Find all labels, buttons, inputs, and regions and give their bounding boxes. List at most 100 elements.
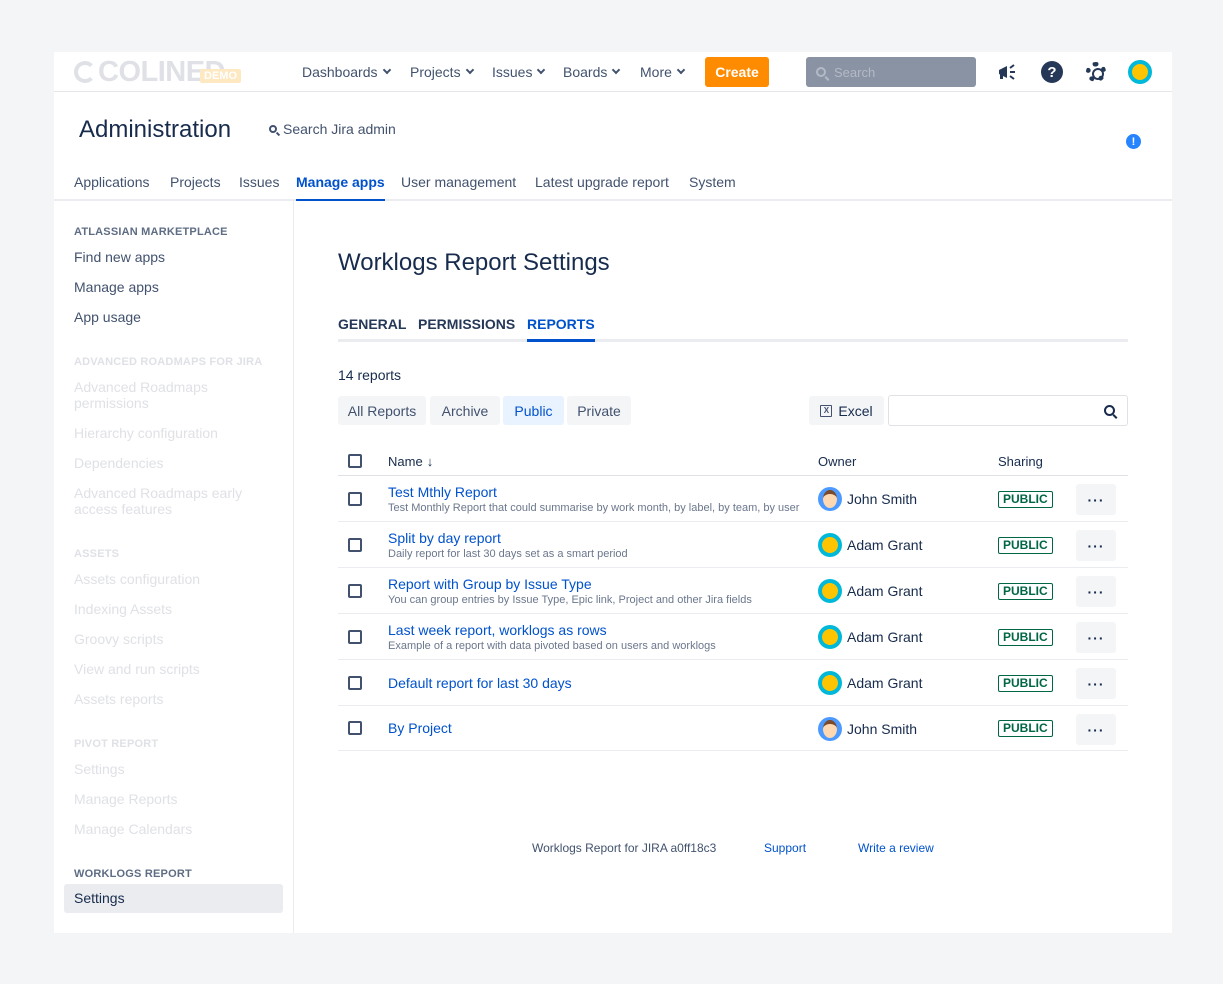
table-header: Name ↓ Owner Sharing: [338, 448, 1128, 476]
tab-reports[interactable]: REPORTS: [527, 316, 595, 342]
report-search-input[interactable]: [888, 395, 1128, 426]
sidebar-item-manage-apps[interactable]: Manage apps: [74, 279, 274, 295]
info-alert-icon[interactable]: !: [1126, 134, 1141, 149]
settings-gear-icon[interactable]: [1084, 60, 1108, 84]
sidebar-item-app-usage[interactable]: App usage: [74, 309, 274, 325]
sidebar-item-pivot-settings[interactable]: Settings: [74, 761, 274, 777]
row-checkbox[interactable]: [348, 630, 362, 644]
sidebar-item-manage-reports[interactable]: Manage Reports: [74, 791, 274, 807]
avatar: [818, 625, 842, 649]
column-header-owner: Owner: [818, 454, 857, 469]
report-owner: Adam Grant: [818, 579, 922, 603]
report-name-link[interactable]: Default report for last 30 days: [388, 675, 572, 691]
sidebar-item-roadmaps-early-access[interactable]: Advanced Roadmaps early access features: [74, 485, 274, 517]
report-description: Daily report for last 30 days set as a s…: [388, 548, 628, 560]
report-name-link[interactable]: Report with Group by Issue Type: [388, 576, 592, 592]
footer-support-link[interactable]: Support: [764, 841, 806, 855]
table-row: Test Mthly Report Test Monthly Report th…: [338, 476, 1128, 522]
sidebar-item-indexing-assets[interactable]: Indexing Assets: [74, 601, 274, 617]
more-actions-button[interactable]: ···: [1076, 530, 1116, 561]
reports-table: Name ↓ Owner Sharing Test Mthly Report Te…: [338, 448, 1128, 751]
report-owner: Adam Grant: [818, 671, 922, 695]
help-icon[interactable]: ?: [1040, 60, 1064, 84]
more-actions-button[interactable]: ···: [1076, 622, 1116, 653]
app-frame: COLINED DEMO Dashboards Projects Issues …: [54, 52, 1172, 933]
footer-review-link[interactable]: Write a review: [858, 841, 934, 855]
report-owner: Adam Grant: [818, 625, 922, 649]
sidebar-item-groovy-scripts[interactable]: Groovy scripts: [74, 631, 274, 647]
user-avatar[interactable]: [1128, 60, 1152, 84]
more-actions-button[interactable]: ···: [1076, 484, 1116, 515]
report-name-link[interactable]: Split by day report: [388, 530, 501, 546]
notifications-megaphone-icon[interactable]: [996, 60, 1020, 84]
tab-system[interactable]: System: [689, 174, 736, 201]
tab-latest-upgrade-report[interactable]: Latest upgrade report: [535, 174, 669, 201]
row-checkbox[interactable]: [348, 584, 362, 598]
nav-dashboards[interactable]: Dashboards: [302, 64, 391, 80]
page-title-administration: Administration: [79, 116, 232, 143]
sidebar-item-assets-configuration[interactable]: Assets configuration: [74, 571, 274, 587]
filter-private[interactable]: Private: [567, 396, 631, 425]
report-name-link[interactable]: Last week report, worklogs as rows: [388, 622, 607, 638]
table-row: Split by day report Daily report for las…: [338, 522, 1128, 568]
filter-public[interactable]: Public: [503, 396, 564, 425]
sidebar-item-roadmaps-permissions[interactable]: Advanced Roadmaps permissions: [74, 379, 274, 411]
report-description: You can group entries by Issue Type, Epi…: [388, 594, 752, 606]
avatar: [818, 487, 842, 511]
create-button[interactable]: Create: [705, 57, 769, 87]
select-all-checkbox[interactable]: [348, 454, 362, 468]
nav-more[interactable]: More: [640, 64, 686, 80]
settings-tabs: GENERAL PERMISSIONS REPORTS: [338, 308, 1128, 342]
sort-arrow-down-icon: ↓: [426, 454, 434, 469]
report-name-link[interactable]: Test Mthly Report: [388, 484, 497, 500]
tab-applications[interactable]: Applications: [74, 174, 150, 201]
sharing-badge: PUBLIC: [998, 583, 1053, 600]
sidebar-item-worklogs-settings[interactable]: Settings: [64, 884, 283, 913]
sidebar-item-assets-reports[interactable]: Assets reports: [74, 691, 274, 707]
report-description: Test Monthly Report that could summarise…: [388, 502, 800, 514]
report-owner: John Smith: [818, 487, 917, 511]
sidebar: ATLASSIAN MARKETPLACE Find new apps Mana…: [54, 201, 294, 933]
export-excel-button[interactable]: X Excel: [809, 396, 884, 425]
sidebar-item-manage-calendars[interactable]: Manage Calendars: [74, 821, 274, 837]
sidebar-item-find-new-apps[interactable]: Find new apps: [74, 249, 274, 265]
row-checkbox[interactable]: [348, 538, 362, 552]
excel-icon: X: [820, 404, 833, 417]
chevron-down-icon: [382, 65, 391, 75]
sidebar-heading-worklogs-report: WORKLOGS REPORT: [74, 868, 192, 880]
row-checkbox[interactable]: [348, 492, 362, 506]
global-search-input[interactable]: Search: [806, 57, 976, 87]
reports-count: 14 reports: [338, 367, 402, 383]
more-actions-button[interactable]: ···: [1076, 668, 1116, 699]
column-header-name[interactable]: Name ↓: [388, 454, 433, 469]
tab-general[interactable]: GENERAL: [338, 316, 406, 342]
table-row: Report with Group by Issue Type You can …: [338, 568, 1128, 614]
nav-issues[interactable]: Issues: [492, 64, 546, 80]
nav-boards[interactable]: Boards: [563, 64, 621, 80]
more-actions-button[interactable]: ···: [1076, 576, 1116, 607]
nav-projects[interactable]: Projects: [410, 64, 474, 80]
search-jira-admin-link[interactable]: Search Jira admin: [269, 121, 396, 137]
tab-issues[interactable]: Issues: [239, 174, 279, 201]
tab-permissions[interactable]: PERMISSIONS: [418, 316, 515, 342]
sidebar-heading-marketplace: ATLASSIAN MARKETPLACE: [74, 226, 228, 238]
table-row: By Project John Smith PUBLIC ···: [338, 706, 1128, 751]
report-name-link[interactable]: By Project: [388, 720, 452, 736]
chevron-down-icon: [612, 65, 621, 75]
tab-manage-apps[interactable]: Manage apps: [296, 174, 385, 201]
sidebar-item-view-run-scripts[interactable]: View and run scripts: [74, 661, 274, 677]
filter-all-reports[interactable]: All Reports: [338, 396, 426, 425]
table-row: Default report for last 30 days Adam Gra…: [338, 660, 1128, 706]
admin-tabs: Applications Projects Issues Manage apps…: [54, 171, 1172, 201]
row-checkbox[interactable]: [348, 676, 362, 690]
tab-user-management[interactable]: User management: [401, 174, 516, 201]
row-checkbox[interactable]: [348, 721, 362, 735]
more-actions-button[interactable]: ···: [1076, 714, 1116, 745]
sidebar-item-dependencies[interactable]: Dependencies: [74, 455, 274, 471]
filter-archive[interactable]: Archive: [430, 396, 500, 425]
sidebar-item-hierarchy-configuration[interactable]: Hierarchy configuration: [74, 425, 274, 441]
search-icon: [816, 67, 826, 77]
logo-mark-icon: [74, 61, 96, 83]
page-title: Worklogs Report Settings: [338, 249, 610, 276]
tab-projects[interactable]: Projects: [170, 174, 221, 201]
